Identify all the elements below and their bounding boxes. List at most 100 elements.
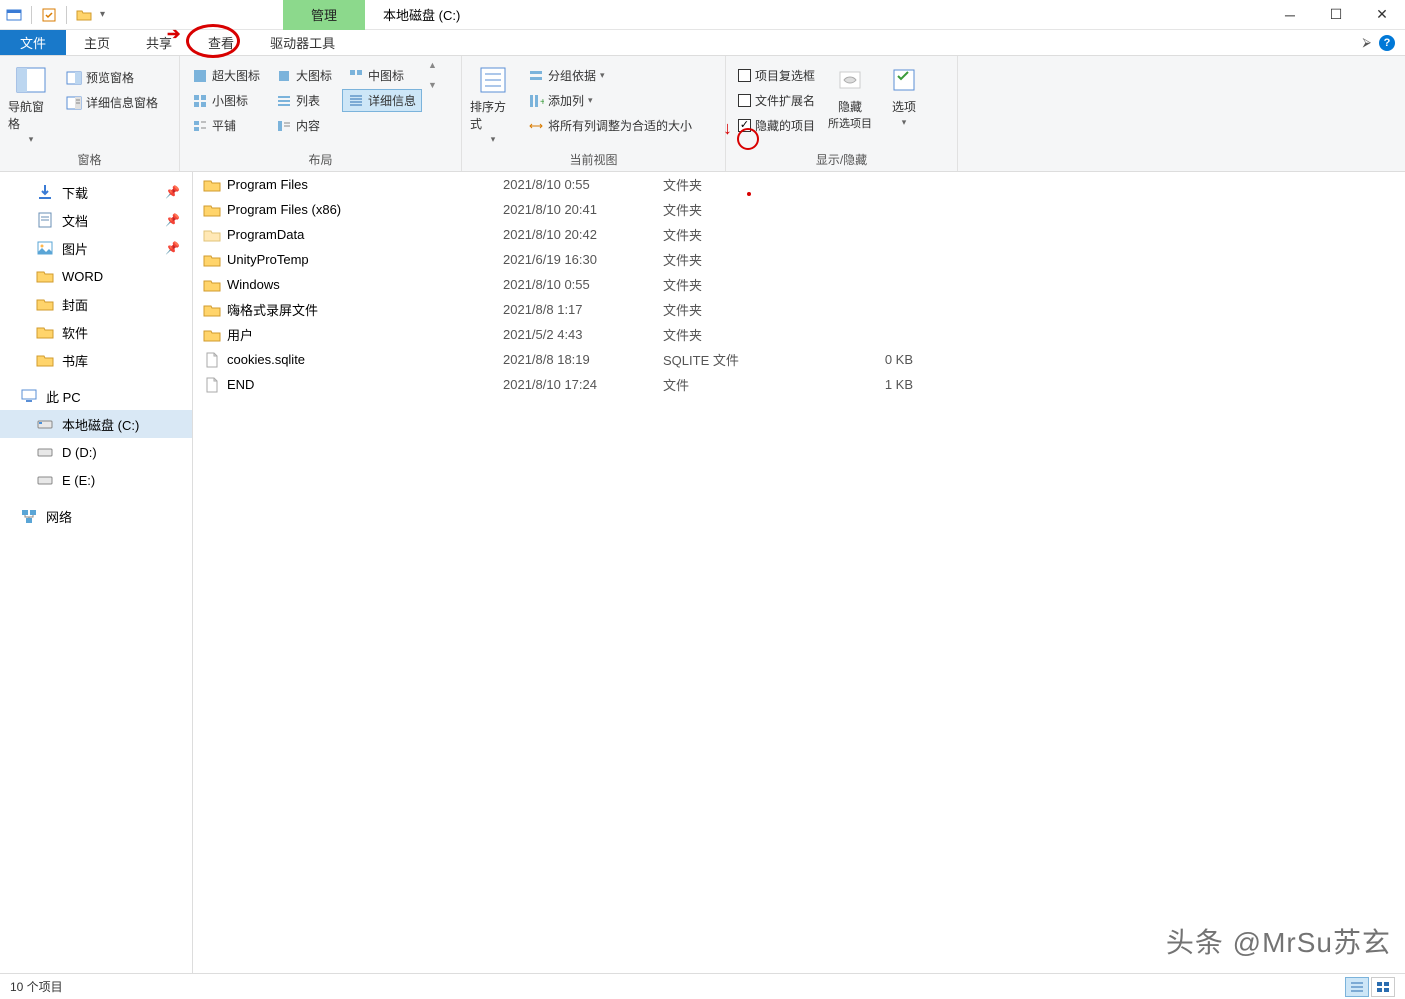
nav-this-pc[interactable]: 此 PC bbox=[0, 382, 192, 410]
file-row[interactable]: 嗨格式录屏文件 2021/8/8 1:17文件夹 bbox=[193, 297, 1405, 322]
file-date: 2021/8/10 20:42 bbox=[503, 227, 663, 242]
file-name: Program Files bbox=[227, 177, 308, 192]
file-type: SQLITE 文件 bbox=[663, 350, 843, 369]
details-view-button[interactable]: 详细信息 bbox=[342, 89, 422, 112]
content-button[interactable]: 内容 bbox=[270, 114, 338, 137]
large-icons-button[interactable]: 大图标 bbox=[270, 64, 338, 87]
preview-pane-button[interactable]: 预览窗格 bbox=[60, 66, 164, 89]
nav-documents[interactable]: 文档📌 bbox=[0, 206, 192, 234]
window-title: 本地磁盘 (C:) bbox=[365, 5, 460, 24]
maximize-button[interactable]: ☐ bbox=[1313, 0, 1359, 30]
hidden-items-toggle[interactable]: 隐藏的项目 bbox=[732, 114, 821, 137]
svg-text:+: + bbox=[540, 97, 544, 108]
navigation-pane: 下载📌 文档📌 图片📌 WORD 封面 软件 书库 此 PC 本地磁盘 (C:)… bbox=[0, 172, 193, 973]
extra-large-icons-button[interactable]: 超大图标 bbox=[186, 64, 266, 87]
file-date: 2021/8/10 0:55 bbox=[503, 277, 663, 292]
file-date: 2021/8/10 20:41 bbox=[503, 202, 663, 217]
file-name: 用户 bbox=[227, 325, 253, 344]
file-date: 2021/6/19 16:30 bbox=[503, 252, 663, 267]
minimize-button[interactable]: ─ bbox=[1267, 0, 1313, 30]
folder-icon bbox=[203, 201, 221, 219]
folder-icon bbox=[203, 251, 221, 269]
file-date: 2021/8/8 1:17 bbox=[503, 302, 663, 317]
ribbon-group-panes-label: 窗格 bbox=[6, 149, 173, 171]
file-type: 文件夹 bbox=[663, 225, 843, 244]
body-area: 下载📌 文档📌 图片📌 WORD 封面 软件 书库 此 PC 本地磁盘 (C:)… bbox=[0, 172, 1405, 973]
close-button[interactable]: ✕ bbox=[1359, 0, 1405, 30]
file-row[interactable]: UnityProTemp2021/6/19 16:30文件夹 bbox=[193, 247, 1405, 272]
item-checkboxes-toggle[interactable]: 项目复选框 bbox=[732, 64, 821, 87]
details-view-toggle[interactable] bbox=[1345, 977, 1369, 997]
file-row[interactable]: ProgramData2021/8/10 20:42文件夹 bbox=[193, 222, 1405, 247]
navigation-pane-button[interactable]: 导航窗格 bbox=[6, 60, 56, 149]
file-name: 嗨格式录屏文件 bbox=[227, 300, 318, 319]
file-list[interactable]: Program Files2021/8/10 0:55文件夹Program Fi… bbox=[193, 172, 1405, 973]
folder-icon bbox=[203, 176, 221, 194]
file-date: 2021/8/8 18:19 bbox=[503, 352, 663, 367]
details-pane-button[interactable]: 详细信息窗格 bbox=[60, 91, 164, 114]
tab-share[interactable]: 共享 bbox=[128, 30, 190, 55]
tab-file[interactable]: 文件 bbox=[0, 30, 66, 55]
nav-downloads[interactable]: 下载📌 bbox=[0, 178, 192, 206]
annotation-dot bbox=[747, 192, 751, 196]
layout-scroll-down[interactable]: ▼ bbox=[428, 80, 437, 90]
nav-local-disk-c[interactable]: 本地磁盘 (C:) bbox=[0, 410, 192, 438]
file-name: cookies.sqlite bbox=[227, 352, 305, 367]
file-extensions-toggle[interactable]: 文件扩展名 bbox=[732, 89, 821, 112]
status-text: 10 个项目 bbox=[10, 978, 63, 995]
file-date: 2021/5/2 4:43 bbox=[503, 327, 663, 342]
file-name: Program Files (x86) bbox=[227, 202, 341, 217]
file-icon bbox=[203, 376, 221, 394]
file-row[interactable]: 用户2021/5/2 4:43文件夹 bbox=[193, 322, 1405, 347]
qat-properties-icon[interactable] bbox=[41, 7, 57, 23]
file-size: 0 KB bbox=[843, 352, 913, 367]
file-type: 文件夹 bbox=[663, 250, 843, 269]
tab-drive-tools[interactable]: 驱动器工具 bbox=[252, 30, 353, 55]
qat-folder-icon[interactable] bbox=[76, 7, 92, 23]
medium-icons-button[interactable]: 中图标 bbox=[342, 64, 422, 87]
group-by-button[interactable]: 分组依据 bbox=[522, 64, 698, 87]
list-button[interactable]: 列表 bbox=[270, 89, 338, 112]
statusbar: 10 个项目 bbox=[0, 973, 1405, 999]
nav-software[interactable]: 软件 bbox=[0, 318, 192, 346]
size-columns-button[interactable]: 将所有列调整为合适的大小 bbox=[522, 114, 698, 137]
file-type: 文件 bbox=[663, 375, 843, 394]
file-row[interactable]: cookies.sqlite 2021/8/8 18:19SQLITE 文件0 K… bbox=[193, 347, 1405, 372]
file-icon bbox=[203, 351, 221, 369]
help-icon[interactable]: ? bbox=[1379, 35, 1395, 51]
qat-dropdown[interactable]: ▾ bbox=[98, 9, 107, 20]
file-type: 文件夹 bbox=[663, 300, 843, 319]
thumbnails-view-toggle[interactable] bbox=[1371, 977, 1395, 997]
sort-by-button[interactable]: 排序方式 bbox=[468, 60, 518, 149]
tab-view[interactable]: 查看 bbox=[190, 30, 252, 55]
window-controls: ─ ☐ ✕ bbox=[1267, 0, 1405, 30]
folder-icon bbox=[203, 326, 221, 344]
ribbon: 导航窗格 预览窗格 详细信息窗格 窗格 超大图标 小图标 平铺 bbox=[0, 56, 1405, 172]
file-row[interactable]: Program Files (x86) 2021/8/10 20:41文件夹 bbox=[193, 197, 1405, 222]
options-button[interactable]: 选项 bbox=[879, 60, 929, 132]
quick-access-toolbar: ▾ bbox=[0, 6, 113, 24]
nav-disk-e[interactable]: E (E:) bbox=[0, 466, 192, 494]
nav-pictures[interactable]: 图片📌 bbox=[0, 234, 192, 262]
file-date: 2021/8/10 0:55 bbox=[503, 177, 663, 192]
nav-cover[interactable]: 封面 bbox=[0, 290, 192, 318]
file-type: 文件夹 bbox=[663, 200, 843, 219]
nav-disk-d[interactable]: D (D:) bbox=[0, 438, 192, 466]
layout-scroll-up[interactable]: ▲ bbox=[428, 60, 437, 70]
file-name: END bbox=[227, 377, 254, 392]
hide-selected-button[interactable]: 隐藏 所选项目 bbox=[825, 60, 875, 135]
file-row[interactable]: END2021/8/10 17:24文件1 KB bbox=[193, 372, 1405, 397]
titlebar: ▾ 管理 本地磁盘 (C:) ─ ☐ ✕ bbox=[0, 0, 1405, 30]
add-columns-button[interactable]: +添加列 bbox=[522, 89, 698, 112]
tiles-button[interactable]: 平铺 bbox=[186, 114, 266, 137]
nav-word[interactable]: WORD bbox=[0, 262, 192, 290]
ribbon-tabs: 文件 主页 共享 查看 驱动器工具 ➔ ⮚ ? bbox=[0, 30, 1405, 56]
nav-network[interactable]: 网络 bbox=[0, 502, 192, 530]
file-row[interactable]: Program Files2021/8/10 0:55文件夹 bbox=[193, 172, 1405, 197]
file-date: 2021/8/10 17:24 bbox=[503, 377, 663, 392]
nav-library[interactable]: 书库 bbox=[0, 346, 192, 374]
file-row[interactable]: Windows2021/8/10 0:55文件夹 bbox=[193, 272, 1405, 297]
minimize-ribbon-icon[interactable]: ⮚ bbox=[1362, 35, 1371, 50]
small-icons-button[interactable]: 小图标 bbox=[186, 89, 266, 112]
tab-home[interactable]: 主页 bbox=[66, 30, 128, 55]
